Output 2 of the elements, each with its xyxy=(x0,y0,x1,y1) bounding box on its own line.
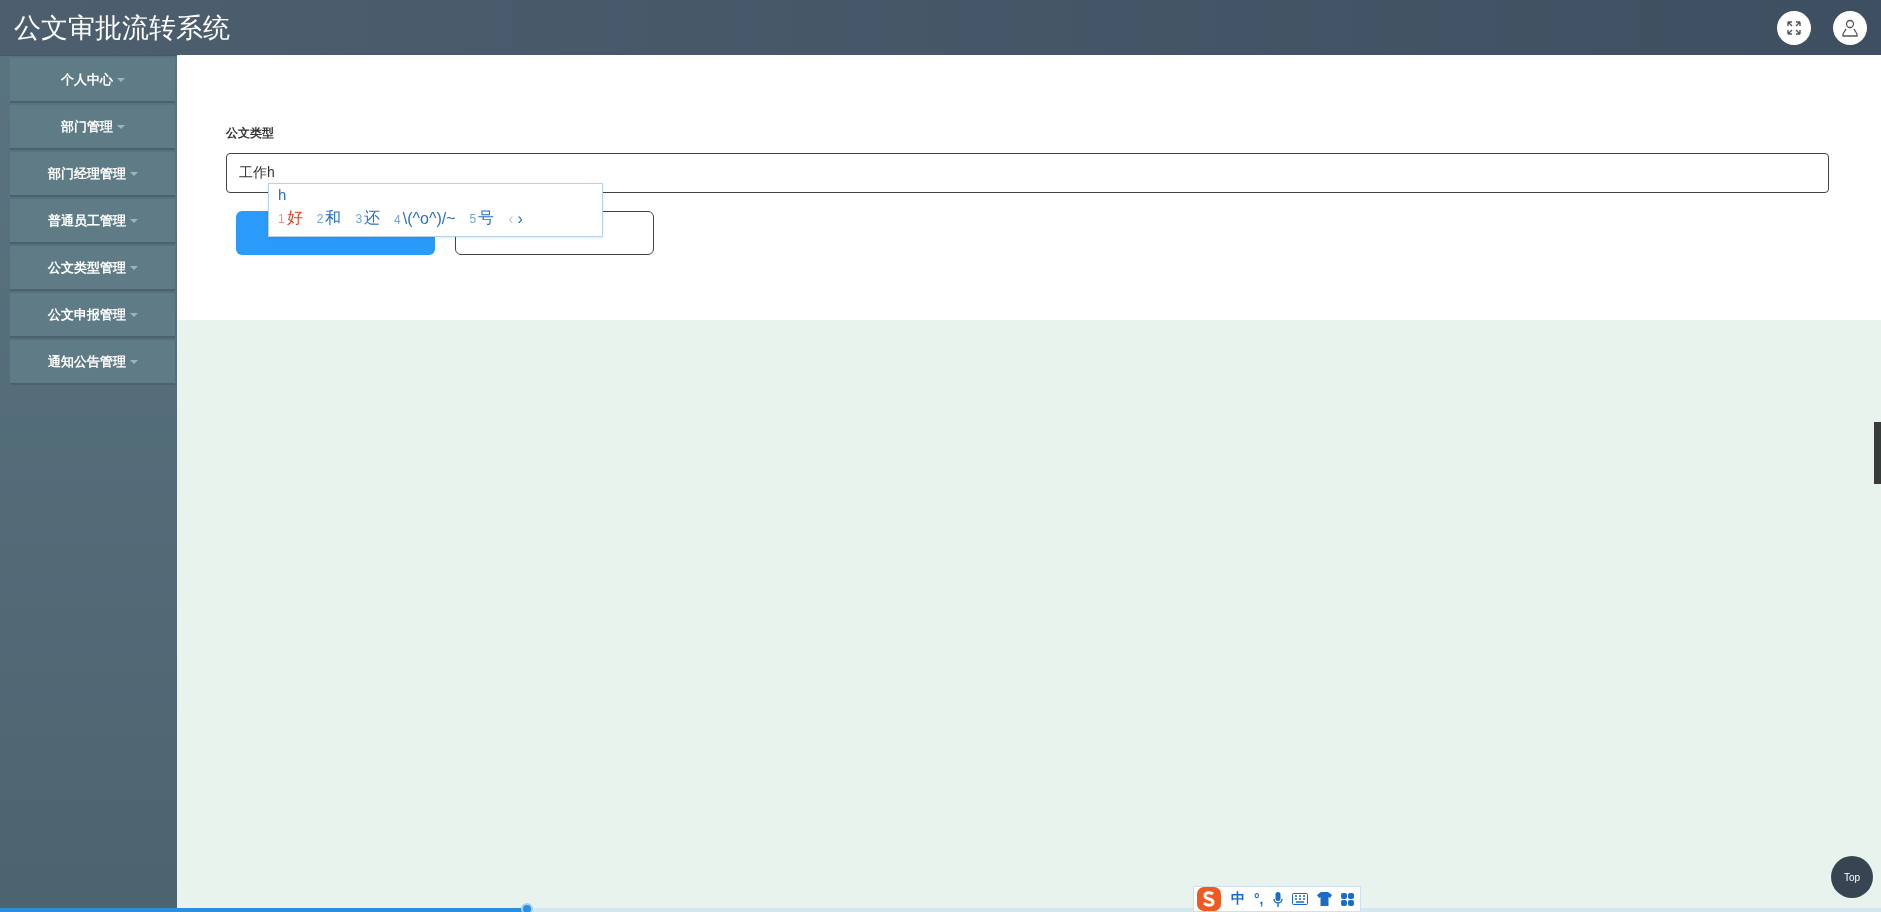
field-label: 公文类型 xyxy=(226,125,275,142)
app-title: 公文审批流转系统 xyxy=(14,11,231,45)
